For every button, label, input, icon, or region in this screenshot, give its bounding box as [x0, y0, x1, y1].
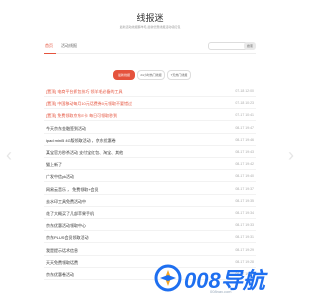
list-item-date: 08-17 19:29 — [235, 247, 254, 252]
list-item-title[interactable]: 猫上新了 — [46, 162, 62, 168]
search-box: 搜索 — [208, 42, 256, 50]
list-item-title[interactable]: 广发中信yk活动 — [46, 174, 74, 180]
list-item-title[interactable]: ipad mini5 4G版领取活动 ，京东优惠卷 — [46, 138, 116, 144]
list-item-title[interactable]: 网易云音乐 ， 免费领取+会员 — [46, 187, 99, 193]
list-item[interactable]: [置顶] 免费领取京东E卡 每日可领取秒到 07-17 10:41 — [44, 110, 256, 122]
watermark: 008导航 008nav.com — [154, 262, 274, 294]
list-item[interactable]: 某宝官方秒杀活动 支付宝红包、淘宝、其他 08-17 19:43 — [44, 147, 256, 158]
list-item-date: 08-17 19:34 — [235, 211, 254, 215]
nav-item-activity[interactable]: 活动线报 — [61, 43, 77, 49]
list-item-date: 08-17 19:47 — [235, 125, 254, 130]
list-item[interactable]: 今天京东金融签到活动 08-17 19:47 — [44, 123, 256, 134]
list-item-title[interactable]: 某宝官方秒杀活动 支付宝红包、淘宝、其他 — [46, 150, 123, 156]
list-item-date: 08-17 19:33 — [235, 223, 254, 228]
list-item[interactable]: 网易云音乐 ， 免费领取+会员 08-17 19:37 — [44, 184, 256, 195]
tab-latest[interactable]: 最新线报 — [113, 70, 135, 80]
list-item-title[interactable]: 天天免费领取话费 — [46, 260, 78, 266]
watermark-url: 008nav.com — [210, 289, 232, 294]
list-item[interactable]: 京东PLUS会员领取活动 08-17 19:31 — [44, 232, 256, 244]
nav-active-indicator — [44, 53, 56, 54]
list-item[interactable]: 广发中信yk活动 08-17 19:40 — [44, 171, 256, 183]
site-subtitle: 最新活动线报薅羊毛 最新优惠线报活动领红包 — [119, 25, 181, 29]
list-item-date: 08-17 19:35 — [235, 198, 254, 203]
list-item-date: 08-17 19:43 — [235, 150, 254, 154]
list-item-date: 08-17 19:46 — [235, 137, 254, 142]
list-item-title[interactable]: 京东优惠卷活动 — [46, 272, 74, 278]
list-item[interactable]: 花了大概买了几部苹果手机 08-17 19:34 — [44, 208, 256, 219]
list-item[interactable]: [置顶] 电商平台抓包技巧 领羊毛必备的工具 07-18 12:00 — [44, 86, 256, 97]
list-tabs: 最新线报 24小时热门线报 7天热门线报 — [113, 70, 193, 80]
main-nav: 首页 活动线报 搜索 — [44, 41, 256, 54]
list-item-title[interactable]: 京东优惠活动领取中心 — [46, 223, 86, 229]
list-item[interactable]: 京东优惠活动领取中心 08-17 19:33 — [44, 220, 256, 232]
list-item-title[interactable]: 今天京东金融签到活动 — [46, 126, 86, 132]
list-item-title[interactable]: [置顶] 中国移动每月10元话费券0元领取不要错过 — [46, 101, 132, 107]
list-item-date: 08-17 19:37 — [235, 186, 254, 191]
list-item-date: 08-17 19:42 — [235, 162, 254, 167]
site-header: 线报迷 最新活动线报薅羊毛 最新优惠线报活动领红包 — [0, 0, 300, 35]
list-item[interactable]: [置顶] 中国移动每月10元话费券0元领取不要错过 07-18 10:23 — [44, 98, 256, 110]
list-item-date: 07-18 12:00 — [235, 89, 254, 93]
list-item[interactable]: ipad mini5 4G版领取活动 ，京东优惠卷 08-17 19:46 — [44, 135, 256, 146]
list-item-date: 07-17 10:41 — [235, 113, 254, 118]
tab-7d-hot[interactable]: 7天热门线报 — [167, 70, 191, 80]
search-button[interactable]: 搜索 — [244, 42, 256, 50]
chevron-left-icon[interactable]: ‹ — [6, 145, 12, 166]
list-item[interactable]: 猫上新了 08-17 19:42 — [44, 159, 256, 171]
list-item-title[interactable]: 我是提示话术信息 — [46, 248, 78, 254]
site-title: 线报迷 — [136, 13, 164, 23]
list-item-title[interactable]: [置顶] 免费领取京东E卡 每日可领取秒到 — [46, 113, 117, 119]
list-item-title[interactable]: 京东PLUS会员领取活动 — [46, 235, 88, 241]
tab-24h-hot[interactable]: 24小时热门线报 — [137, 70, 165, 80]
list-item-date: 07-18 10:23 — [235, 101, 254, 106]
search-input[interactable] — [208, 42, 248, 50]
compass-logo-icon — [154, 264, 182, 292]
list-item-title[interactable]: 去水印工具免费活动中 — [46, 199, 86, 205]
nav-item-home[interactable]: 首页 — [45, 43, 53, 49]
list-item-title[interactable]: 花了大概买了几部苹果手机 — [46, 211, 94, 217]
list-item-date: 08-17 19:31 — [235, 235, 254, 240]
list-item[interactable]: 我是提示话术信息 08-17 19:29 — [44, 245, 256, 256]
list-item-title[interactable]: [置顶] 电商平台抓包技巧 领羊毛必备的工具 — [46, 89, 122, 95]
list-item-date: 08-17 19:40 — [235, 174, 254, 179]
chevron-right-icon[interactable]: › — [288, 145, 294, 166]
list-item[interactable]: 去水印工具免费活动中 08-17 19:35 — [44, 196, 256, 207]
